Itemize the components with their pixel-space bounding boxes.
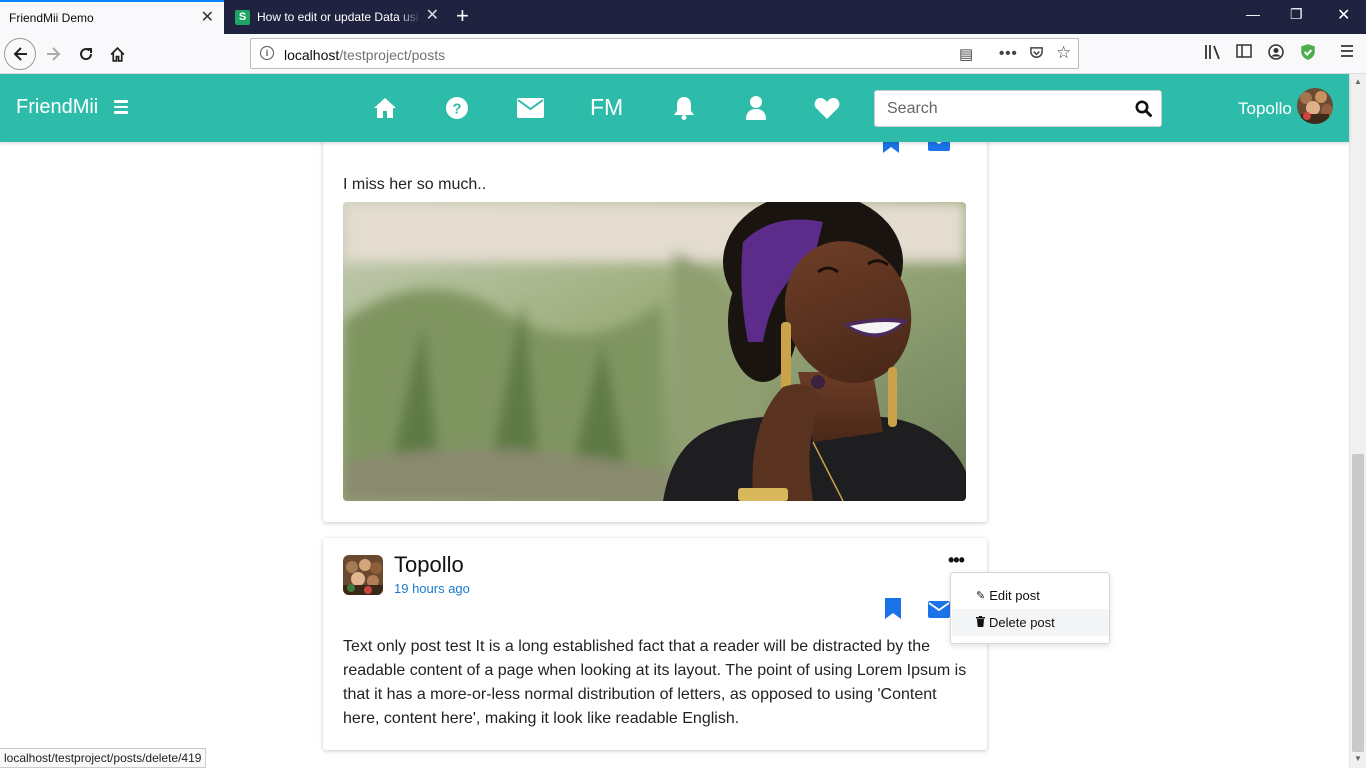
pencil-icon: ✎ — [976, 590, 986, 602]
delete-post-item[interactable]: Delete post — [952, 609, 1109, 636]
site-info-icon[interactable]: i — [260, 46, 274, 60]
reader-view-icon[interactable]: ▤ — [959, 45, 973, 63]
bookmark-icon[interactable] — [884, 598, 906, 620]
favicon-icon: S — [235, 9, 250, 25]
delete-post-label: Delete post — [989, 615, 1055, 630]
account-icon[interactable] — [1268, 44, 1284, 65]
sidebar-icon[interactable] — [1236, 44, 1252, 63]
message-icon[interactable] — [928, 142, 950, 156]
tab-title: How to edit or update Data usi — [257, 10, 419, 24]
heart-icon[interactable] — [812, 93, 842, 123]
close-window-icon[interactable]: ✕ — [1337, 5, 1350, 25]
tab-strip: FriendMii Demo ✕ S How to edit or update… — [0, 0, 1366, 34]
app-header: FriendMii ? FM Topollo — [0, 74, 1349, 142]
envelope-nav-icon[interactable] — [515, 93, 545, 123]
post-options-icon[interactable]: ••• — [948, 550, 965, 571]
library-icon[interactable] — [1204, 44, 1222, 65]
post-avatar[interactable] — [343, 555, 383, 595]
hamburger-menu-icon[interactable] — [114, 100, 128, 114]
user-icon[interactable] — [741, 93, 771, 123]
bookmark-star-icon[interactable]: ☆ — [1056, 43, 1071, 63]
svg-text:?: ? — [452, 101, 461, 118]
post-author[interactable]: Topollo — [394, 552, 464, 578]
minimize-icon[interactable]: — — [1246, 6, 1260, 22]
post-time[interactable]: 19 hours ago — [394, 581, 470, 596]
forward-icon[interactable] — [40, 40, 68, 68]
edit-post-item[interactable]: ✎ Edit post — [952, 582, 1109, 609]
home-nav-icon[interactable] — [370, 93, 400, 123]
page-actions-icon[interactable]: ••• — [999, 45, 1018, 62]
post-text: I miss her so much.. — [343, 176, 487, 193]
header-avatar[interactable] — [1297, 88, 1333, 124]
search-input[interactable] — [875, 91, 1125, 126]
post-options-menu: ✎ Edit post Delete post — [950, 572, 1110, 644]
url-text[interactable]: localhost/testproject/posts — [284, 47, 445, 63]
bell-icon[interactable] — [669, 93, 699, 123]
restore-icon[interactable]: ❐ — [1290, 6, 1303, 23]
home-icon[interactable] — [103, 40, 131, 68]
header-user-name[interactable]: Topollo — [1238, 99, 1292, 119]
fm-nav-link[interactable]: FM — [590, 94, 623, 121]
post-text: Text only post test It is a long establi… — [343, 638, 967, 727]
scroll-down-icon[interactable]: ▼ — [1354, 754, 1362, 763]
scroll-thumb[interactable] — [1352, 454, 1364, 752]
menu-icon[interactable] — [1340, 44, 1354, 63]
search-icon[interactable] — [1135, 100, 1153, 118]
status-link-preview: localhost/testproject/posts/delete/419 — [0, 748, 207, 768]
feed: I miss her so much.. Topollo 19 hours ag… — [0, 142, 1349, 768]
search-box — [874, 90, 1162, 127]
page-scrollbar[interactable]: ▲ ▼ — [1349, 74, 1366, 768]
browser-toolbar: i localhost/testproject/posts ▤ ••• ☆ — [0, 34, 1366, 74]
shield-icon[interactable] — [1299, 43, 1317, 66]
reload-icon[interactable] — [72, 40, 100, 68]
help-icon[interactable]: ? — [442, 93, 472, 123]
brand-logo[interactable]: FriendMii — [16, 96, 98, 119]
pocket-icon[interactable] — [1029, 45, 1044, 64]
post-image[interactable] — [343, 202, 966, 501]
message-icon[interactable] — [928, 601, 950, 623]
new-tab-icon[interactable]: + — [456, 5, 469, 27]
bookmark-icon[interactable] — [882, 142, 904, 154]
tab-close-icon[interactable]: ✕ — [201, 10, 214, 26]
tab-friendmii[interactable]: FriendMii Demo ✕ — [0, 0, 224, 34]
scroll-up-icon[interactable]: ▲ — [1354, 77, 1362, 86]
edit-post-label: Edit post — [989, 588, 1040, 603]
tab-close-icon[interactable]: ✕ — [426, 8, 439, 24]
address-bar[interactable]: i localhost/testproject/posts ▤ ••• ☆ — [250, 38, 1079, 69]
back-icon[interactable] — [4, 38, 36, 70]
post-card: I miss her so much.. — [323, 142, 987, 522]
post-card: Topollo 19 hours ago ••• Text only post … — [323, 538, 987, 750]
tab-title: FriendMii Demo — [9, 11, 94, 25]
trash-icon — [976, 615, 985, 630]
tab-howto[interactable]: S How to edit or update Data usi ✕ — [225, 0, 449, 34]
